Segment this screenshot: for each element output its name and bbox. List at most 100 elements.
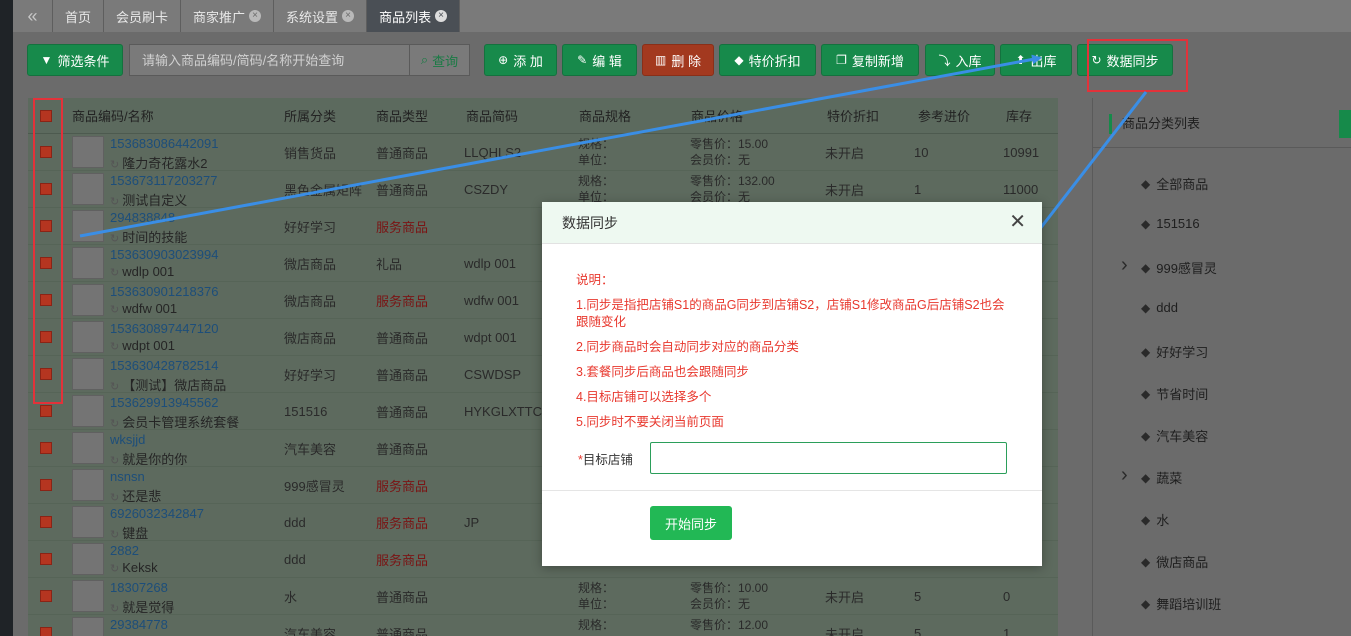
copy-add-button[interactable]: ❐ 复制新增 (821, 44, 919, 76)
product-code[interactable]: 153630901218376 (110, 284, 218, 299)
category-panel-action[interactable] (1339, 110, 1351, 138)
target-store-input[interactable] (650, 442, 1007, 474)
category-item[interactable]: ◆ ddd (1141, 300, 1178, 315)
start-sync-button[interactable]: 开始同步 (650, 506, 732, 540)
tab-product-list[interactable]: 商品列表 × (367, 0, 461, 32)
product-code[interactable]: 153673117203277 (110, 173, 218, 188)
spec-text: 规格： (578, 174, 615, 188)
close-icon[interactable]: ✕ (1009, 212, 1026, 232)
sync-icon: ↻ (110, 603, 120, 615)
tag-icon: ◆ (1141, 470, 1151, 485)
product-code[interactable]: wksjjd (110, 432, 145, 447)
table-row[interactable]: 29384778↻汽车美容普通商品规格：零售价：12.00未开启51 (28, 615, 1058, 636)
category-label: 999感冒灵 (1156, 261, 1217, 276)
category-item[interactable]: ◆ 汽车美容 (1141, 426, 1208, 445)
row-checkbox[interactable] (40, 479, 52, 491)
expand-caret-icon[interactable]: › (1121, 464, 1128, 487)
product-code[interactable]: 18307268 (110, 580, 168, 595)
sync-icon: ↻ (110, 418, 120, 430)
spec-text: 规格： (578, 618, 615, 632)
row-checkbox[interactable] (40, 590, 52, 602)
product-code[interactable]: 153629913945562 (110, 395, 218, 410)
product-name-text: 就是你的你 (122, 452, 188, 467)
sync-icon: ↻ (110, 304, 120, 316)
row-checkbox[interactable] (40, 553, 52, 565)
stock-in-button[interactable]: ⤵ 入库 (925, 44, 995, 76)
modal-divider (542, 490, 1042, 491)
product-code[interactable]: 153630903023994 (110, 247, 218, 262)
discount-label: 特价折扣 (748, 53, 801, 69)
product-type: 普通商品 (376, 367, 429, 383)
tag-icon: ◆ (1141, 554, 1151, 569)
product-code[interactable]: 153630897447120 (110, 321, 218, 336)
row-checkbox[interactable] (40, 405, 52, 417)
close-icon[interactable]: × (342, 10, 355, 22)
search-input[interactable] (130, 45, 409, 75)
category-item[interactable]: ◆ 蔬菜 (1141, 468, 1182, 487)
tab-home[interactable]: 首页 (53, 0, 105, 32)
add-button[interactable]: ⊕ 添 加 (484, 44, 557, 76)
product-code[interactable]: 29384778 (110, 617, 168, 632)
unit-text: 单位： (578, 597, 615, 611)
expand-caret-icon[interactable]: › (1121, 254, 1128, 277)
col-header[interactable]: 参考进价 (918, 106, 970, 125)
col-header[interactable]: 商品规格 (579, 106, 631, 125)
tab-system-settings[interactable]: 系统设置 × (274, 0, 368, 32)
table-row[interactable]: 18307268 ↻ 就是觉得 水 普通商品 规格： 单位： 零售价：10.00 会员价：无 未开… (28, 578, 1058, 615)
close-icon[interactable]: × (249, 10, 262, 22)
stock-in-icon: ⤵ (938, 53, 951, 68)
tag-icon: ◆ (1141, 344, 1151, 359)
product-type: 普通商品 (376, 145, 429, 161)
product-code[interactable]: 153683086442091 (110, 136, 218, 151)
col-header[interactable]: 商品简码 (466, 106, 518, 125)
notes-intro: 说明： (576, 273, 614, 287)
col-header[interactable]: 库存 (1006, 106, 1032, 125)
product-discount: 未开启 (825, 182, 865, 198)
query-button[interactable]: ⌕ 查询 (409, 45, 469, 75)
close-icon[interactable]: × (435, 10, 448, 22)
col-header[interactable]: 商品编码/名称 (72, 106, 154, 125)
product-code[interactable]: 153630428782514 (110, 358, 218, 373)
category-item[interactable]: ◆ 999感冒灵 (1141, 258, 1217, 277)
product-name: ↻ 时间的技能 (110, 227, 187, 246)
edit-button[interactable]: ✎ 编 辑 (562, 44, 637, 76)
category-item[interactable]: ◆ 好好学习 (1141, 342, 1208, 361)
stock-out-button[interactable]: ⬆ 出库 (1000, 44, 1072, 76)
col-header[interactable]: 商品类型 (376, 106, 428, 125)
sync-icon: ↻ (110, 267, 120, 279)
collapse-tabs-icon[interactable]: « (13, 0, 53, 32)
delete-button[interactable]: ▥ 删 除 (642, 44, 714, 76)
tab-label: 商品列表 (379, 9, 432, 25)
col-header[interactable]: 所属分类 (284, 106, 336, 125)
product-category: 水 (284, 589, 298, 605)
category-item[interactable]: ◆ 微店商品 (1141, 552, 1208, 571)
product-spec: 规格： 单位： (578, 136, 614, 168)
product-stock: 10991 (1003, 144, 1040, 160)
product-code[interactable]: 6926032342847 (110, 506, 204, 521)
product-code[interactable]: 2882 (110, 543, 139, 558)
discount-button[interactable]: ◆ 特价折扣 (719, 44, 816, 76)
category-item[interactable]: ◆ 151516 (1141, 216, 1200, 231)
tab-member-card[interactable]: 会员刷卡 (104, 0, 182, 32)
tab-merchant-promo[interactable]: 商家推广 × (181, 0, 275, 32)
table-header: 商品编码/名称 所属分类 商品类型 商品简码 商品规格 商品价格 特价折扣 参考… (28, 98, 1058, 134)
col-header[interactable]: 特价折扣 (827, 106, 879, 125)
product-name-text: wdpt 001 (122, 338, 175, 353)
row-checkbox[interactable] (40, 627, 52, 636)
category-item[interactable]: ◆ 水 (1141, 510, 1169, 529)
category-item[interactable]: ◆ 节省时间 (1141, 384, 1208, 403)
filter-button[interactable]: ▼ 筛选条件 (27, 44, 123, 76)
category-label: 舞蹈培训班 (1156, 597, 1222, 612)
product-spec: 规格： 单位： (578, 580, 614, 612)
product-code[interactable]: 294838848 (110, 210, 175, 225)
col-header[interactable]: 商品价格 (691, 106, 743, 125)
table-row[interactable]: 153683086442091 ↻ 隆力奇花露水2 销售货品 普通商品 LLQHLS2 规格… (28, 134, 1058, 171)
row-checkbox[interactable] (40, 516, 52, 528)
row-checkbox[interactable] (40, 442, 52, 454)
product-code[interactable]: nsnsn (110, 469, 145, 484)
category-item[interactable]: ◆ 舞蹈培训班 (1141, 594, 1221, 613)
annotation-box-checkboxes (33, 98, 63, 404)
tab-label: 会员刷卡 (116, 9, 169, 25)
product-short-code: HYKGLXTTC (464, 403, 543, 419)
category-item[interactable]: ◆ 全部商品 (1141, 174, 1208, 193)
